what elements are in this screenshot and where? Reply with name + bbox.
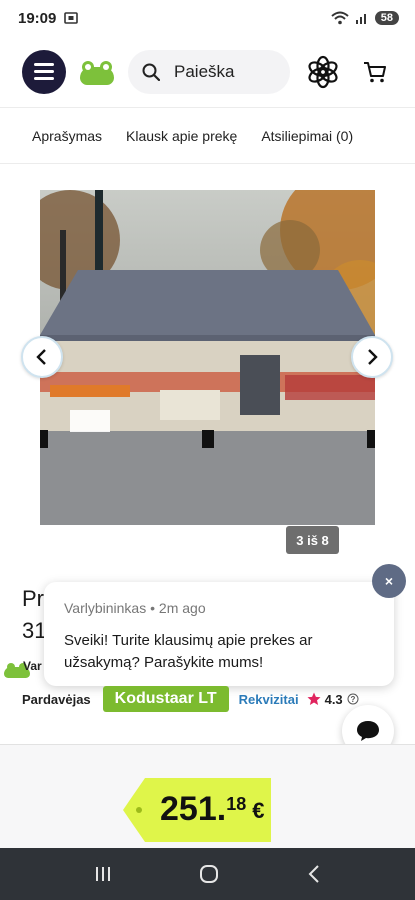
product-title-line2: 31 [22, 618, 47, 643]
cart-icon[interactable] [362, 59, 388, 85]
product-title: Pr [22, 586, 44, 611]
status-bar: 19:09 58 [0, 0, 415, 36]
tab-reviews[interactable]: Atsiliepimai (0) [261, 128, 353, 144]
chat-meta: Varlybininkas • 2m ago [64, 600, 374, 616]
hamburger-icon-line [34, 77, 54, 80]
system-nav-bar [0, 848, 415, 900]
seller-name-link[interactable]: Kodustaar LT [102, 686, 229, 712]
author-fragment: Var [23, 659, 42, 673]
hamburger-icon-line [34, 63, 54, 66]
app-header: Paieška [0, 36, 415, 108]
chat-author: Varlybininkas [64, 600, 147, 616]
search-icon [142, 63, 160, 81]
chat-separator: • [150, 600, 156, 616]
tab-ask-question[interactable]: Klausk apie prekę [126, 128, 237, 144]
chat-popup[interactable]: Varlybininkas • 2m ago Sveiki! Turite kl… [44, 582, 394, 686]
prev-image-button[interactable] [21, 336, 63, 378]
menu-button[interactable] [22, 49, 66, 94]
chat-time: 2m ago [158, 600, 206, 616]
rating-value: 4.3 [324, 691, 343, 707]
signal-icon [355, 14, 366, 24]
seller-label: Pardavėjas [22, 691, 91, 707]
frog-logo-icon[interactable] [78, 57, 118, 87]
recent-apps-icon[interactable] [94, 865, 112, 883]
price: 251. 18 € [160, 790, 264, 829]
image-counter: 3 iš 8 [286, 526, 339, 554]
requisites-link[interactable]: Rekvizitai [239, 692, 299, 707]
chevron-left-icon [36, 349, 46, 365]
search-placeholder: Paieška [174, 61, 235, 81]
chat-bubble-icon [357, 721, 379, 741]
home-icon[interactable] [199, 864, 219, 884]
close-chat-button[interactable]: × [372, 564, 406, 598]
product-image[interactable] [40, 190, 375, 525]
help-icon[interactable]: ? [347, 693, 359, 705]
chatgpt-icon[interactable] [306, 55, 340, 89]
product-tabs: Aprašymas Klausk apie prekę Atsiliepimai… [0, 108, 415, 164]
price-currency: € [252, 798, 265, 823]
hamburger-icon-line [34, 70, 54, 73]
seller-rating[interactable]: 4.3 ? [307, 692, 359, 707]
chevron-right-icon [368, 349, 378, 365]
search-input[interactable]: Paieška [128, 49, 290, 94]
chat-message: Sveiki! Turite klausimų apie prekes ar u… [64, 632, 313, 671]
price-decimal: 18 [226, 794, 247, 814]
next-image-button[interactable] [351, 336, 393, 378]
svg-text:?: ? [350, 695, 355, 704]
status-time: 19:09 [18, 9, 57, 27]
status-icons: 58 [331, 11, 399, 25]
battery-icon: 58 [374, 11, 399, 25]
screenshot-icon [64, 12, 79, 24]
market-tent-photo [40, 190, 375, 525]
star-icon [307, 692, 321, 705]
tab-description[interactable]: Aprašymas [32, 128, 102, 144]
seller-row: Pardavėjas Kodustaar LT Rekvizitai 4.3 ? [22, 686, 359, 712]
wifi-icon [331, 11, 349, 25]
back-icon[interactable] [307, 864, 321, 884]
price-integer: 251. [160, 790, 227, 828]
